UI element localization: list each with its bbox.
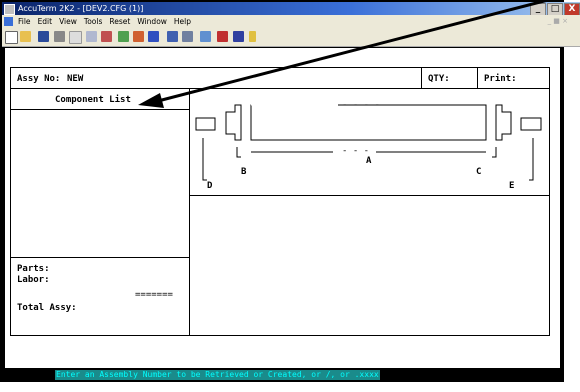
menu-view[interactable]: View: [59, 15, 77, 28]
form-border-bottom: [10, 335, 550, 336]
qty-label: QTY:: [428, 74, 450, 84]
parts-label: Parts:: [17, 264, 50, 274]
mdi-controls[interactable]: _ ■ ×: [548, 15, 568, 28]
open-icon[interactable]: [20, 31, 31, 42]
totals-divider: [10, 257, 190, 258]
qty-divider: [421, 67, 422, 89]
assy-value[interactable]: NEW: [67, 74, 83, 84]
labor-label: Labor:: [17, 275, 50, 285]
macro-icon[interactable]: [200, 31, 211, 42]
component-list-divider: [10, 109, 190, 110]
diagram-dash-top: - - - -: [342, 100, 380, 110]
settings-icon[interactable]: [182, 31, 193, 42]
print-label: Print:: [484, 74, 517, 84]
status-message: Enter an Assembly Number to be Retrieved…: [55, 370, 380, 380]
form-border-right: [549, 67, 550, 336]
menu-bar: File Edit View Tools Reset Window Help _…: [2, 15, 580, 28]
print-divider: [477, 67, 478, 89]
menu-edit[interactable]: Edit: [38, 15, 53, 28]
help-icon[interactable]: [249, 31, 256, 42]
menu-reset[interactable]: Reset: [109, 15, 130, 28]
diagram-label-e: E: [509, 181, 515, 191]
menu-help[interactable]: Help: [174, 15, 191, 28]
print-preview-icon[interactable]: [69, 31, 82, 44]
menu-file[interactable]: File: [18, 15, 31, 28]
connect-icon[interactable]: [133, 31, 144, 42]
window-title: AccuTerm 2K2 - [DEV2.CFG (1)]: [18, 4, 144, 13]
print-icon[interactable]: [54, 31, 65, 42]
form-border-left: [10, 67, 11, 336]
terminal-icon[interactable]: [167, 31, 178, 42]
status-line: Enter an Assembly Number to be Retrieved…: [0, 368, 564, 382]
form-border-top: [10, 67, 550, 68]
toolbar: [2, 28, 580, 47]
diagram-label-c: C: [476, 167, 482, 177]
title-bar: AccuTerm 2K2 - [DEV2.CFG (1)] _ □ X: [2, 2, 580, 16]
component-list-label: Component List: [55, 95, 131, 105]
save-icon[interactable]: [38, 31, 49, 42]
new-icon[interactable]: [5, 31, 18, 44]
disconnect-icon[interactable]: [148, 31, 159, 42]
check-icon[interactable]: [118, 31, 129, 42]
separator-line: =======: [135, 290, 173, 300]
total-assy-label: Total Assy:: [17, 303, 77, 313]
document-icon[interactable]: [4, 17, 13, 26]
diagram-divider: [189, 195, 550, 196]
diagram-dash-mid: - - -: [342, 146, 370, 156]
terminal-screen[interactable]: Assy No: NEW QTY: Print: Component List …: [5, 48, 560, 368]
diagram-label-d: D: [207, 181, 213, 191]
menu-tools[interactable]: Tools: [84, 15, 102, 28]
diagram-label-b: B: [241, 167, 247, 177]
menu-window[interactable]: Window: [137, 15, 167, 28]
assy-label: Assy No:: [17, 74, 61, 84]
copy-icon[interactable]: [86, 31, 97, 42]
keyboard-icon[interactable]: [217, 31, 228, 42]
capture-icon[interactable]: [233, 31, 244, 42]
diagram-label-a: A: [366, 156, 372, 166]
app-icon: [4, 4, 15, 15]
paste-icon[interactable]: [101, 31, 112, 42]
